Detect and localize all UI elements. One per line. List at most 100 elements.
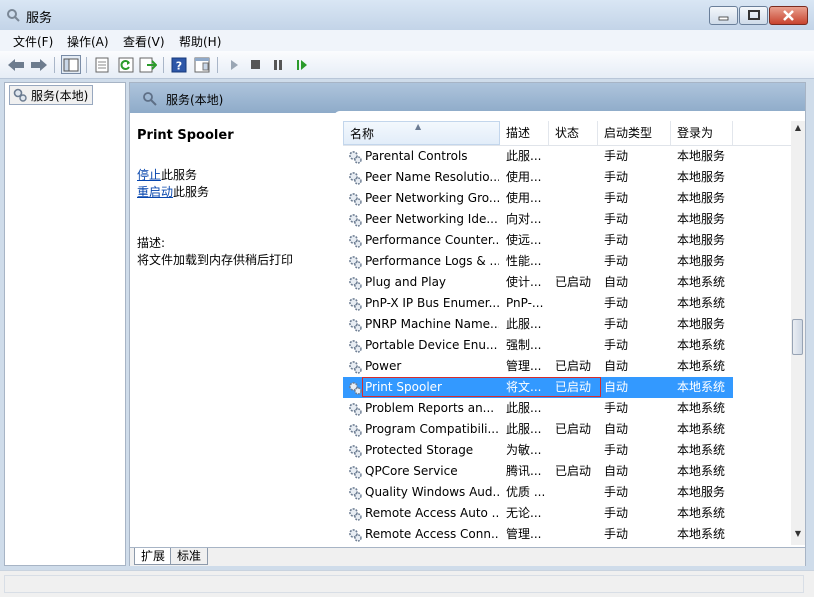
table-row[interactable]: Plug and Play 使计... 已启动 自动 本地系统 [343,272,733,293]
service-name: Protected Storage [365,443,474,457]
table-row[interactable]: PnP-X IP Bus Enumer... PnP-... 手动 本地系统 [343,293,733,314]
service-log-on-as: 本地系统 [677,401,726,415]
services-pane: 服务(本地) Print Spooler 停止此服务 重启动此服务 描述: 将文… [129,82,806,566]
menu-help[interactable]: 帮助(H) [179,33,221,50]
show-hide-icon[interactable] [192,55,212,74]
restart-service-link[interactable]: 重启动 [137,185,173,199]
service-gear-icon [347,170,363,186]
column-header-log-on-as[interactable]: 登录为 [671,121,733,145]
column-header-description[interactable]: 描述 [500,121,549,145]
resume-icon[interactable] [292,55,312,74]
view-tabs: 扩展 标准 [130,547,805,566]
help-icon[interactable]: ? [169,55,189,74]
scroll-up-arrow-icon[interactable]: ▲ [791,123,805,137]
service-startup-type: 手动 [604,485,629,499]
service-log-on-as: 本地系统 [677,527,726,541]
table-row[interactable]: Portable Device Enu... 强制... 手动 本地系统 [343,335,733,356]
service-startup-type: 手动 [604,191,629,205]
table-row[interactable]: Peer Networking Ide... 向对... 手动 本地服务 [343,209,733,230]
menu-action[interactable]: 操作(A) [67,33,109,50]
play-icon[interactable] [224,55,244,74]
service-name: Quality Windows Aud... [365,485,499,499]
service-gear-icon [347,380,363,396]
minimize-icon [718,16,729,21]
table-row[interactable]: Parental Controls 此服... 手动 本地服务 [343,146,733,167]
console-tree-icon[interactable] [61,55,81,74]
close-button[interactable] [769,6,808,25]
table-row[interactable]: Peer Networking Gro... 使用... 手动 本地服务 [343,188,733,209]
vertical-scrollbar[interactable]: ▲ ▼ [791,121,805,545]
service-startup-type: 自动 [604,422,629,436]
service-gear-icon [347,212,363,228]
service-gear-icon [347,338,363,354]
tab-standard[interactable]: 标准 [170,548,209,565]
scroll-thumb[interactable] [792,319,803,355]
table-row[interactable]: PNRP Machine Name... 此服... 手动 本地服务 [343,314,733,335]
service-status: 已启动 [555,359,592,373]
service-startup-type: 自动 [604,359,629,373]
svg-text:?: ? [176,59,182,72]
service-startup-type: 手动 [604,212,629,226]
service-name: Program Compatibili... [365,422,499,436]
back-arrow-icon[interactable] [6,55,26,74]
service-description: 管理... [506,527,542,541]
service-log-on-as: 本地服务 [677,485,726,499]
service-startup-type: 手动 [604,233,629,247]
service-name: Peer Networking Ide... [365,212,498,226]
services-gear-icon [13,88,27,102]
service-gear-icon [347,485,363,501]
table-row[interactable]: Performance Counter... 使远... 手动 本地服务 [343,230,733,251]
service-gear-icon [347,422,363,438]
service-log-on-as: 本地系统 [677,464,726,478]
minimize-button[interactable] [709,6,738,25]
service-gear-icon [347,191,363,207]
title-bar: 服务 [0,0,814,30]
table-row[interactable]: Protected Storage 为敏... 手动 本地系统 [343,440,733,461]
export-list-icon[interactable] [138,55,158,74]
service-gear-icon [347,527,363,543]
service-gear-icon [347,401,363,417]
service-description: 使计... [506,275,542,289]
column-header-status[interactable]: 状态 [549,121,598,145]
menu-view[interactable]: 查看(V) [123,33,165,50]
tree-item-services-local[interactable]: 服务(本地) [9,85,94,105]
stop-icon[interactable] [246,55,266,74]
stop-service-link[interactable]: 停止 [137,168,161,182]
table-row[interactable]: Program Compatibili... 此服... 已启动 自动 本地系统 [343,419,733,440]
scroll-down-arrow-icon[interactable]: ▼ [791,529,805,543]
table-row[interactable]: Quality Windows Aud... 优质 ... 手动 本地服务 [343,482,733,503]
tab-extended[interactable]: 扩展 [134,548,173,565]
pane-header-curve [334,111,805,119]
service-name: Peer Name Resolutio... [365,170,499,184]
service-detail-title: Print Spooler [137,128,234,143]
service-status: 已启动 [555,464,592,478]
service-description: 此服... [506,149,542,163]
table-row[interactable]: Problem Reports an... 此服... 手动 本地系统 [343,398,733,419]
toolbar-separator [54,57,55,73]
menu-file[interactable]: 文件(F) [13,33,53,50]
column-header-startup-type[interactable]: 启动类型 [598,121,671,145]
pause-icon[interactable] [268,55,288,74]
maximize-button[interactable] [739,6,768,25]
forward-arrow-icon[interactable] [29,55,49,74]
table-row[interactable]: Remote Access Auto ... 无论... 手动 本地系统 [343,503,733,524]
refresh-icon[interactable] [116,55,136,74]
service-description: 使用... [506,170,542,184]
close-icon [783,10,794,21]
table-row[interactable]: Peer Name Resolutio... 使用... 手动 本地服务 [343,167,733,188]
table-row[interactable]: Remote Access Conn... 管理... 手动 本地系统 [343,524,733,545]
service-log-on-as: 本地服务 [677,170,726,184]
table-row[interactable]: QPCore Service 腾讯... 已启动 自动 本地系统 [343,461,733,482]
stop-service-suffix: 此服务 [161,168,198,182]
service-name: Remote Access Conn... [365,527,499,541]
service-startup-type: 手动 [604,527,629,541]
properties-icon[interactable] [92,55,112,74]
service-log-on-as: 本地系统 [677,359,726,373]
service-description: 腾讯... [506,464,542,478]
service-gear-icon [347,149,363,165]
service-startup-type: 手动 [604,296,629,310]
table-row[interactable]: Power 管理... 已启动 自动 本地系统 [343,356,733,377]
table-row[interactable]: Performance Logs & ... 性能... 手动 本地服务 [343,251,733,272]
column-header-name[interactable]: 名称 [343,121,500,145]
window-title: 服务 [26,11,53,26]
